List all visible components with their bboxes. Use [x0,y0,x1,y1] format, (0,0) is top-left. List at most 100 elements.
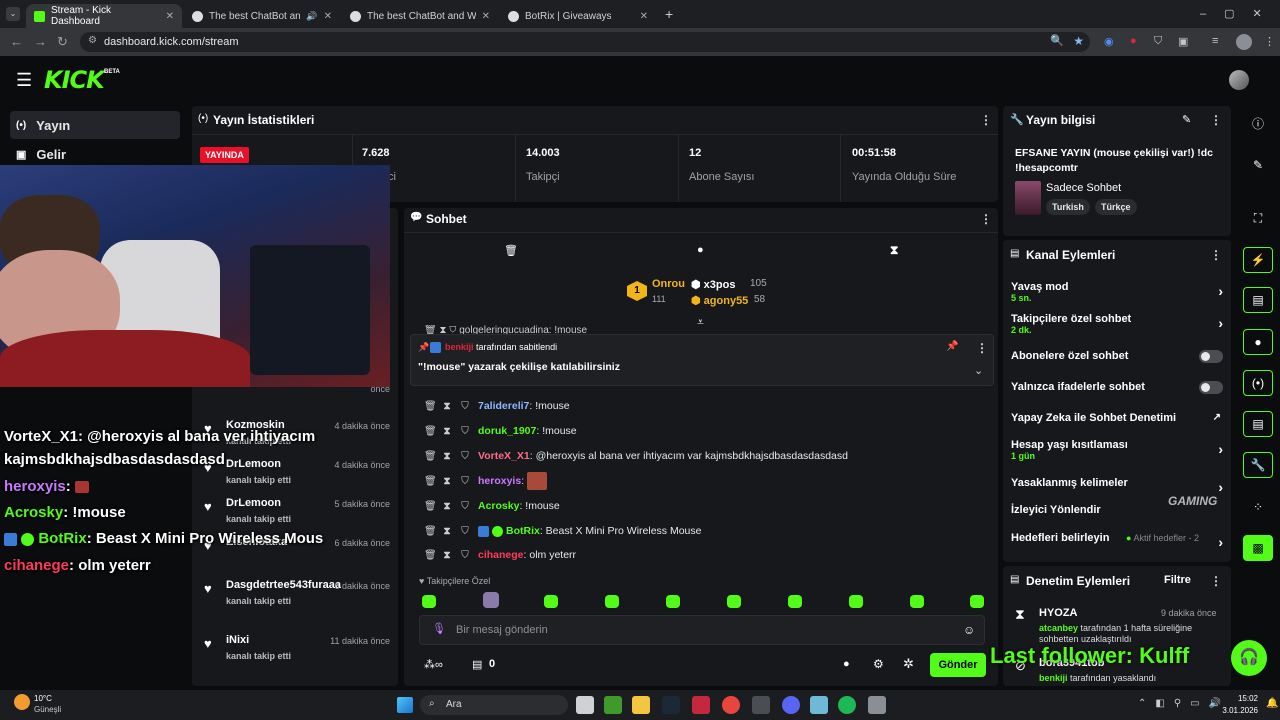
chevron-right-icon[interactable]: › [1218,315,1223,331]
chrome-profile-icon[interactable] [752,696,770,714]
ban-shield-icon[interactable]: ⛉ [460,550,470,561]
chevron-right-icon[interactable]: › [1218,441,1223,457]
ban-shield-icon[interactable]: ⛉ [460,526,470,537]
close-tab-icon[interactable]: ✕ [324,11,332,22]
chat-username[interactable]: BotRix [506,525,540,537]
channel-actions-menu-icon[interactable]: ⋮ [1210,248,1222,262]
window-icon[interactable]: ▤ [1243,411,1273,437]
system-tray-icons[interactable]: ⌃◧⚲▭🔊 [1138,698,1230,709]
channel-action-item[interactable]: Takipçilere özel sohbet 2 dk. › [1011,313,1223,337]
settings-gear-icon[interactable] [868,696,886,714]
ban-shield-icon[interactable]: ⛉ [460,451,470,462]
windows-start-icon[interactable] [397,697,413,713]
timeout-icon[interactable]: ⧗ [442,426,452,437]
expand-icon[interactable]: ⌄ [974,364,983,377]
chat-message[interactable]: 🗑 ⧗ ⛉ cihanege: olm yeterr [424,544,576,566]
extension-icon[interactable]: ◉ [1104,35,1114,48]
app-icon[interactable]: ▩ [1243,535,1273,561]
channel-action-item[interactable]: Hesap yaşı kısıtlaması 1 gün › [1011,439,1223,463]
chat-message[interactable]: 🗑 ⧗ ⛉ Acrosky: !mouse [424,495,560,517]
timeout-icon[interactable]: ⧗ [442,550,452,561]
tab-search-icon[interactable]: ⌄ [6,7,20,21]
emoji-icon[interactable]: ☺ [963,623,975,637]
timeout-icon[interactable]: ⧗ [442,476,452,487]
forward-icon[interactable]: → [34,34,47,49]
send-button[interactable]: Gönder [930,653,986,677]
edit-pencil-icon[interactable]: ✎ [1243,152,1273,178]
chrome-icon[interactable] [722,696,740,714]
moderation-menu-icon[interactable]: ⋮ [1210,574,1222,588]
chat-message[interactable]: 🗑 ⧗ ⛉ BotRix: Beast X Mini Pro Wireless Mou… [424,520,701,542]
delete-message-icon[interactable]: 🗑 [424,426,437,437]
fullscreen-icon[interactable]: ⛶ [1243,205,1273,231]
timeout-icon[interactable]: ⧗ [442,451,452,462]
minecraft-icon[interactable] [604,696,622,714]
emote-icon[interactable] [788,595,802,608]
lightning-icon[interactable]: ⚡ [1243,247,1273,273]
toggle-switch[interactable] [1199,381,1223,394]
delete-message-icon[interactable]: 🗑 [424,401,437,412]
stream-info-menu-icon[interactable]: ⋮ [1210,113,1222,127]
chevron-right-icon[interactable]: › [1218,479,1223,495]
shield-extension-icon[interactable]: ⛉ [1154,35,1162,48]
chat-username[interactable]: heroxyis [478,475,521,487]
new-tab-icon[interactable]: + [665,6,673,22]
emote-icon[interactable] [666,595,680,608]
valorant-icon[interactable] [692,696,710,714]
chat-menu-icon[interactable]: ⋮ [980,212,992,226]
app-icon[interactable] [810,696,828,714]
channel-action-item[interactable]: Yavaş mod 5 sn. › [1011,281,1223,305]
sidebar-item-yayin[interactable]: (•) Yayın [10,111,180,139]
chevron-right-icon[interactable]: › [1218,534,1223,550]
bookmark-star-icon[interactable]: ★ [1073,34,1084,48]
close-tab-icon[interactable]: ✕ [640,11,648,22]
kick-logo[interactable]: KICK [44,66,105,94]
ban-shield-icon[interactable]: ⛉ [460,476,470,487]
site-info-icon[interactable]: ⚙ [88,35,97,46]
emote-icon[interactable] [970,595,984,608]
emote-icon[interactable] [544,595,558,608]
chat-username[interactable]: VorteX_X1 [478,450,530,462]
reading-list-icon[interactable]: ≡ [1212,35,1218,47]
taskbar-search[interactable]: ⌕ Ara [420,695,568,715]
timeout-icon[interactable]: ⧗ [442,501,452,512]
ban-shield-icon[interactable]: ⛉ [460,401,470,412]
channel-action-item[interactable]: Yapay Zeka ile Sohbet Denetimi ↗ [1011,412,1223,436]
external-link-icon[interactable]: ↗ [1213,412,1221,423]
broadcast-icon[interactable]: (•) [1243,370,1273,396]
mod-tools-icon[interactable]: ✲ [903,656,914,672]
browser-menu-icon[interactable]: ⋮ [1264,35,1275,48]
reload-icon[interactable]: ↻ [57,34,68,50]
settings-gear-icon[interactable]: ⚙ [873,657,884,671]
close-tab-icon[interactable]: ✕ [166,11,174,22]
ban-shield-icon[interactable]: ⛉ [460,426,470,437]
user-avatar[interactable] [1229,70,1249,90]
info-icon[interactable]: ⓘ [1243,110,1273,136]
tab-stream-kick-dashboard[interactable]: Stream - Kick Dashboard ✕ [26,4,182,28]
unpin-icon[interactable]: 📌 [946,341,958,352]
discord-icon[interactable] [782,696,800,714]
chat-message[interactable]: 🗑 ⧗ ⛉ 7alidereli7: !mouse [424,395,570,417]
toggle-switch[interactable] [1199,350,1223,363]
chevron-right-icon[interactable]: › [1218,283,1223,299]
hourglass-icon[interactable]: ⧗ [890,243,898,258]
spotify-icon[interactable] [838,696,856,714]
sidebar-item-gelir[interactable]: ▣ Gelir [10,140,180,168]
chat-username[interactable]: cihanege [478,549,524,561]
timeout-icon[interactable]: ⧗ [442,401,452,412]
chat-bubble-icon[interactable]: ● [843,658,850,670]
url-input[interactable]: ⚙ dashboard.kick.com/stream 🔍 ★ [80,32,1090,52]
chat-message[interactable]: 🗑 ⧗ ⛉ heroxyis: [424,470,548,492]
headset-support-icon[interactable]: 🎧 [1231,640,1267,676]
weather-icon[interactable] [14,694,30,710]
emote-icon[interactable] [483,592,499,608]
delete-message-icon[interactable]: 🗑 [424,526,437,537]
delete-message-icon[interactable]: 🗑 [424,451,437,462]
notifications-icon[interactable]: 🔔 [1266,698,1278,709]
chat-bubble-icon[interactable]: ● [1243,329,1273,355]
chat-username[interactable]: doruk_1907 [478,425,536,437]
timeout-icon[interactable]: ⧗ [442,526,452,537]
chat-username[interactable]: 7alidereli7 [478,400,529,412]
profile-avatar[interactable] [1236,34,1252,50]
close-tab-icon[interactable]: ✕ [482,11,490,22]
